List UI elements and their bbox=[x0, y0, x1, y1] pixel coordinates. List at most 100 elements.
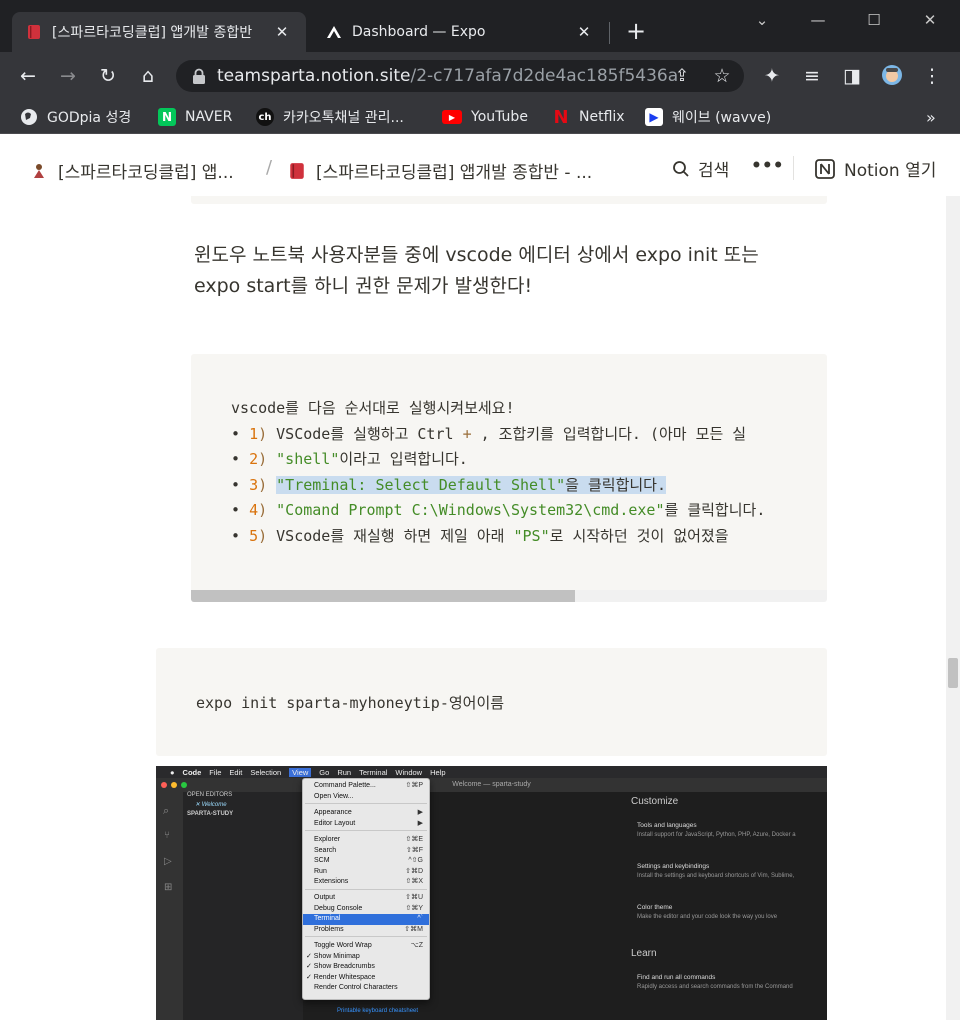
code-block-end bbox=[191, 196, 827, 204]
minimize-dot-icon bbox=[171, 782, 177, 788]
mac-menubar: ● Code File Edit Selection View Go Run T… bbox=[156, 766, 827, 778]
minimize-icon[interactable]: — bbox=[800, 8, 836, 32]
menu-item[interactable]: Appearance ▶ bbox=[303, 808, 429, 819]
bookmarks-bar: GODpia 성경 N NAVER ch 카카오톡채널 관리... ▶ YouT… bbox=[0, 100, 960, 134]
tab-notion[interactable]: [스파르타코딩클럽] 앱개발 종합반 ✕ bbox=[12, 12, 306, 52]
menu-item[interactable]: ✓ Render Whitespace bbox=[303, 973, 429, 984]
more-bookmarks-button[interactable]: » bbox=[926, 105, 936, 129]
extensions-icon[interactable]: ✦ bbox=[760, 64, 784, 88]
open-in-notion-button[interactable]: Notion 열기 bbox=[814, 156, 936, 181]
page-scrollbar[interactable] bbox=[946, 196, 960, 1020]
menu-item[interactable]: Toggle Word Wrap ⌥Z bbox=[303, 941, 429, 952]
sidepanel-icon[interactable]: ◨ bbox=[840, 64, 864, 88]
close-window-icon[interactable]: ✕ bbox=[912, 8, 948, 32]
search-button[interactable]: 검색 bbox=[672, 156, 729, 181]
run-icon: ▷ bbox=[164, 856, 172, 867]
home-icon[interactable]: ⌂ bbox=[136, 64, 160, 88]
new-tab-button[interactable]: + bbox=[622, 18, 650, 46]
menu-item[interactable]: Problems ⇧⌘M bbox=[303, 925, 429, 936]
youtube-icon: ▶ bbox=[442, 110, 462, 124]
menu-item[interactable]: Debug Console ⇧⌘Y bbox=[303, 904, 429, 915]
star-icon[interactable]: ☆ bbox=[710, 64, 734, 88]
extensions-icon: ⊞ bbox=[164, 882, 173, 893]
chevron-down-icon[interactable]: ⌄ bbox=[744, 8, 780, 32]
tab-expo[interactable]: Dashboard — Expo ✕ bbox=[312, 12, 608, 52]
menu-item[interactable]: SCM ^⇧G bbox=[303, 856, 429, 867]
maximize-icon[interactable]: ☐ bbox=[856, 8, 892, 32]
bookmark-wavve[interactable]: ▶ 웨이브 (wavve) bbox=[645, 105, 771, 129]
bookmark-youtube[interactable]: ▶ YouTube bbox=[442, 105, 528, 129]
page-content: 윈도우 노트북 사용자분들 중에 vscode 에디터 상에서 expo ini… bbox=[0, 196, 960, 1020]
close-icon[interactable]: ✕ bbox=[574, 23, 594, 41]
menu-item[interactable]: Extensions ⇧⌘X bbox=[303, 877, 429, 888]
code-text: vscode를 다음 순서대로 실행시켜보세요! • 1) VSCode를 실행하… bbox=[231, 396, 765, 549]
activity-bar: ⌕ ⑂ ▷ ⊞ bbox=[156, 792, 183, 1020]
expo-icon bbox=[327, 26, 341, 38]
bookmark-netflix[interactable]: N Netflix bbox=[552, 105, 624, 129]
menu-icon[interactable]: ⋮ bbox=[920, 64, 944, 88]
menu-item[interactable]: Command Palette... ⇧⌘P bbox=[303, 781, 429, 792]
breadcrumb-separator: / bbox=[266, 157, 273, 178]
address-bar[interactable]: teamsparta.notion.site/2-c717afa7d2de4ac… bbox=[176, 60, 744, 92]
scrollbar-thumb[interactable] bbox=[191, 590, 575, 602]
tab-separator bbox=[609, 22, 610, 44]
menu-item-terminal[interactable]: Terminal ^` bbox=[303, 914, 429, 925]
page-icon bbox=[34, 163, 44, 178]
tab-title: Dashboard — Expo bbox=[352, 24, 486, 40]
sidebar: OPEN EDITORS ✕ Welcome SPARTA-STUDY ntel… bbox=[183, 792, 341, 1020]
menu-item[interactable]: Editor Layout ▶ bbox=[303, 819, 429, 830]
page-scrollbar-thumb[interactable] bbox=[948, 658, 958, 688]
bookmark-godpia[interactable]: GODpia 성경 bbox=[20, 105, 131, 129]
kakao-channel-icon: ch bbox=[256, 108, 274, 126]
netflix-icon: N bbox=[553, 106, 569, 128]
wavve-icon: ▶ bbox=[645, 108, 663, 126]
breadcrumb-1[interactable]: [스파르타코딩클럽] 앱... bbox=[30, 158, 234, 183]
back-icon[interactable]: ← bbox=[16, 64, 40, 88]
media-icon[interactable]: ≡ bbox=[800, 64, 824, 88]
vscode-screenshot: ● Code File Edit Selection View Go Run T… bbox=[156, 766, 827, 1020]
branch-icon: ⑂ bbox=[164, 830, 170, 841]
bookmark-naver[interactable]: N NAVER bbox=[158, 105, 232, 129]
avatar[interactable] bbox=[880, 64, 904, 88]
step-1: • 1) VSCode를 실행하고 Ctrl + , 조합키를 입력합니다. (… bbox=[231, 424, 747, 443]
url-text: teamsparta.notion.site/2-c717afa7d2de4ac… bbox=[217, 66, 677, 86]
search-icon: ⌕ bbox=[163, 804, 170, 817]
notion-logo-icon bbox=[815, 158, 835, 179]
notion-topbar: [스파르타코딩클럽] 앱... / [스파르타코딩클럽] 앱개발 종합반 - .… bbox=[0, 140, 960, 196]
tab-strip: [스파르타코딩클럽] 앱개발 종합반 ✕ Dashboard — Expo ✕ … bbox=[0, 0, 960, 52]
menu-item[interactable]: Search ⇧⌘F bbox=[303, 846, 429, 857]
menu-item[interactable]: Output ⇧⌘U bbox=[303, 893, 429, 904]
bookmark-kakao[interactable]: ch 카카오톡채널 관리... bbox=[256, 105, 404, 129]
search-icon bbox=[673, 160, 689, 177]
menu-item[interactable]: Run ⇧⌘D bbox=[303, 867, 429, 878]
naver-icon: N bbox=[158, 108, 176, 126]
paragraph: 윈도우 노트북 사용자분들 중에 vscode 에디터 상에서 expo ini… bbox=[194, 244, 759, 297]
step-5: • 5) VScode를 재실행 하면 제일 아래 "PS"로 시작하던 것이 … bbox=[231, 526, 729, 545]
menu-item[interactable]: Explorer ⇧⌘E bbox=[303, 835, 429, 846]
tab-title: [스파르타코딩클럽] 앱개발 종합반 bbox=[52, 25, 253, 41]
book-icon bbox=[28, 25, 40, 39]
close-dot-icon bbox=[161, 782, 167, 788]
menu-item[interactable]: ✓ Show Minimap bbox=[303, 952, 429, 963]
menu-item[interactable]: Render Control Characters bbox=[303, 983, 429, 994]
close-icon[interactable]: ✕ bbox=[272, 23, 292, 41]
code-block: expo init sparta-myhoneytip-영어이름 bbox=[156, 648, 827, 756]
step-2: • 2) "shell"이라고 입력합니다. bbox=[231, 450, 468, 468]
globe-icon bbox=[20, 108, 38, 126]
apple-icon: ● bbox=[170, 767, 175, 777]
divider bbox=[793, 156, 794, 180]
view-menu: Command Palette... ⇧⌘P Open View... Appea… bbox=[302, 778, 430, 1000]
more-options-button[interactable]: ••• bbox=[751, 156, 784, 176]
share-icon[interactable]: ⇪ bbox=[670, 64, 694, 88]
step-4: • 4) "Comand Prompt C:\Windows\System32\… bbox=[231, 501, 766, 519]
zoom-dot-icon bbox=[181, 782, 187, 788]
code-text: expo init sparta-myhoneytip-영어이름 bbox=[196, 694, 505, 712]
code-block: vscode를 다음 순서대로 실행시켜보세요! • 1) VSCode를 실행하… bbox=[191, 354, 827, 602]
reload-icon[interactable]: ↻ bbox=[96, 64, 120, 88]
forward-icon[interactable]: → bbox=[56, 64, 80, 88]
lock-icon bbox=[193, 68, 205, 84]
menu-item[interactable]: Open View... bbox=[303, 792, 429, 803]
menu-item[interactable]: ✓ Show Breadcrumbs bbox=[303, 962, 429, 973]
horizontal-scrollbar[interactable] bbox=[191, 590, 827, 602]
breadcrumb-2[interactable]: [스파르타코딩클럽] 앱개발 종합반 - ... bbox=[288, 158, 592, 183]
